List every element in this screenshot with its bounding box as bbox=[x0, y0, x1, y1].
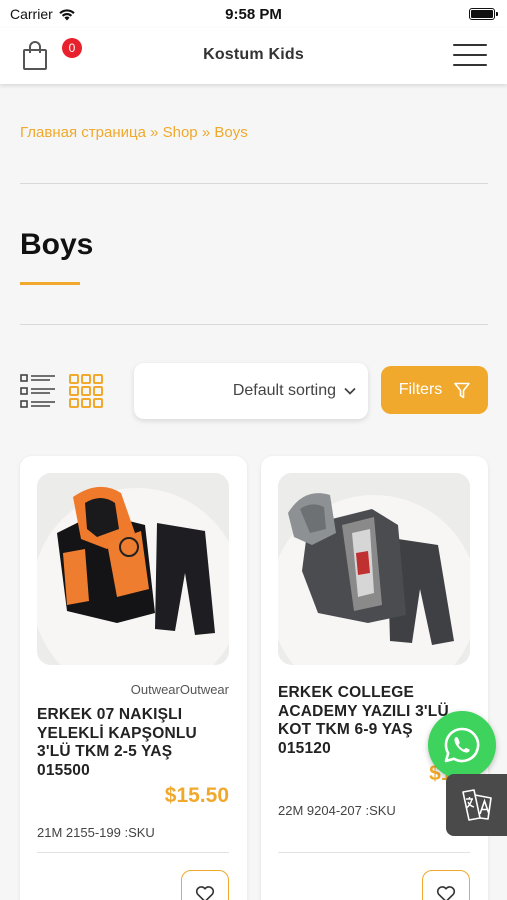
breadcrumb-current: Boys bbox=[214, 124, 248, 141]
battery-icon bbox=[469, 8, 498, 20]
translate-icon bbox=[461, 789, 492, 821]
list-view-icon bbox=[20, 374, 55, 408]
breadcrumb-shop[interactable]: Shop bbox=[163, 124, 198, 141]
list-view-button[interactable] bbox=[20, 373, 56, 409]
whatsapp-icon bbox=[444, 727, 480, 763]
sort-select[interactable]: Default sorting bbox=[134, 363, 368, 419]
product-category[interactable]: OutwearOutwear bbox=[131, 682, 229, 697]
status-bar: Carrier 9:58 PM bbox=[0, 0, 507, 28]
hamburger-icon-line bbox=[453, 54, 487, 56]
product-sku: 22M 9204-207 :SKU bbox=[278, 803, 396, 818]
app-header: 0 Kostum Kids bbox=[0, 28, 507, 84]
title-underline bbox=[20, 282, 80, 285]
product-sku: 21M 2155-199 :SKU bbox=[37, 825, 155, 840]
page-title: Boys bbox=[20, 228, 94, 261]
heart-icon bbox=[436, 886, 456, 900]
add-to-wishlist-button[interactable] bbox=[422, 870, 470, 900]
product-image[interactable] bbox=[278, 473, 470, 665]
product-price: $15.50 bbox=[164, 784, 229, 807]
menu-button[interactable] bbox=[453, 42, 489, 68]
hamburger-icon-line bbox=[453, 64, 487, 66]
divider bbox=[20, 324, 488, 325]
grid-view-icon bbox=[69, 374, 103, 408]
product-image[interactable] bbox=[37, 473, 229, 665]
add-to-wishlist-button[interactable] bbox=[181, 870, 229, 900]
heart-icon bbox=[195, 886, 215, 900]
product-photo-denim-set bbox=[278, 473, 470, 665]
card-divider bbox=[278, 852, 470, 853]
filters-button-label: Filters bbox=[398, 381, 443, 398]
sort-select-value: Default sorting bbox=[232, 382, 336, 399]
app-title: Kostum Kids bbox=[203, 46, 304, 63]
divider bbox=[20, 183, 488, 184]
product-name[interactable]: ERKEK 07 NAKIŞLI YELEKLİ KAPŞONLU 3'LÜ T… bbox=[37, 706, 229, 780]
hamburger-icon-line bbox=[453, 44, 487, 46]
product-photo-hoodie-set bbox=[37, 473, 229, 665]
breadcrumb-separator: » bbox=[145, 124, 163, 141]
breadcrumb: Главная страница » Shop » Boys bbox=[20, 124, 248, 141]
breadcrumb-separator: » bbox=[197, 124, 215, 141]
clock: 9:58 PM bbox=[225, 6, 282, 23]
whatsapp-chat-button[interactable] bbox=[428, 711, 496, 779]
chevron-down-icon bbox=[344, 387, 356, 395]
breadcrumb-home[interactable]: Главная страница bbox=[20, 124, 146, 141]
product-card[interactable]: OutwearOutwear ERKEK 07 NAKIŞLI YELEKLİ … bbox=[20, 456, 247, 900]
grid-view-button[interactable] bbox=[69, 374, 103, 408]
card-divider bbox=[37, 852, 229, 853]
filters-button[interactable]: Filters bbox=[381, 366, 488, 414]
filter-funnel-icon bbox=[454, 382, 471, 398]
translate-button[interactable] bbox=[446, 774, 507, 836]
